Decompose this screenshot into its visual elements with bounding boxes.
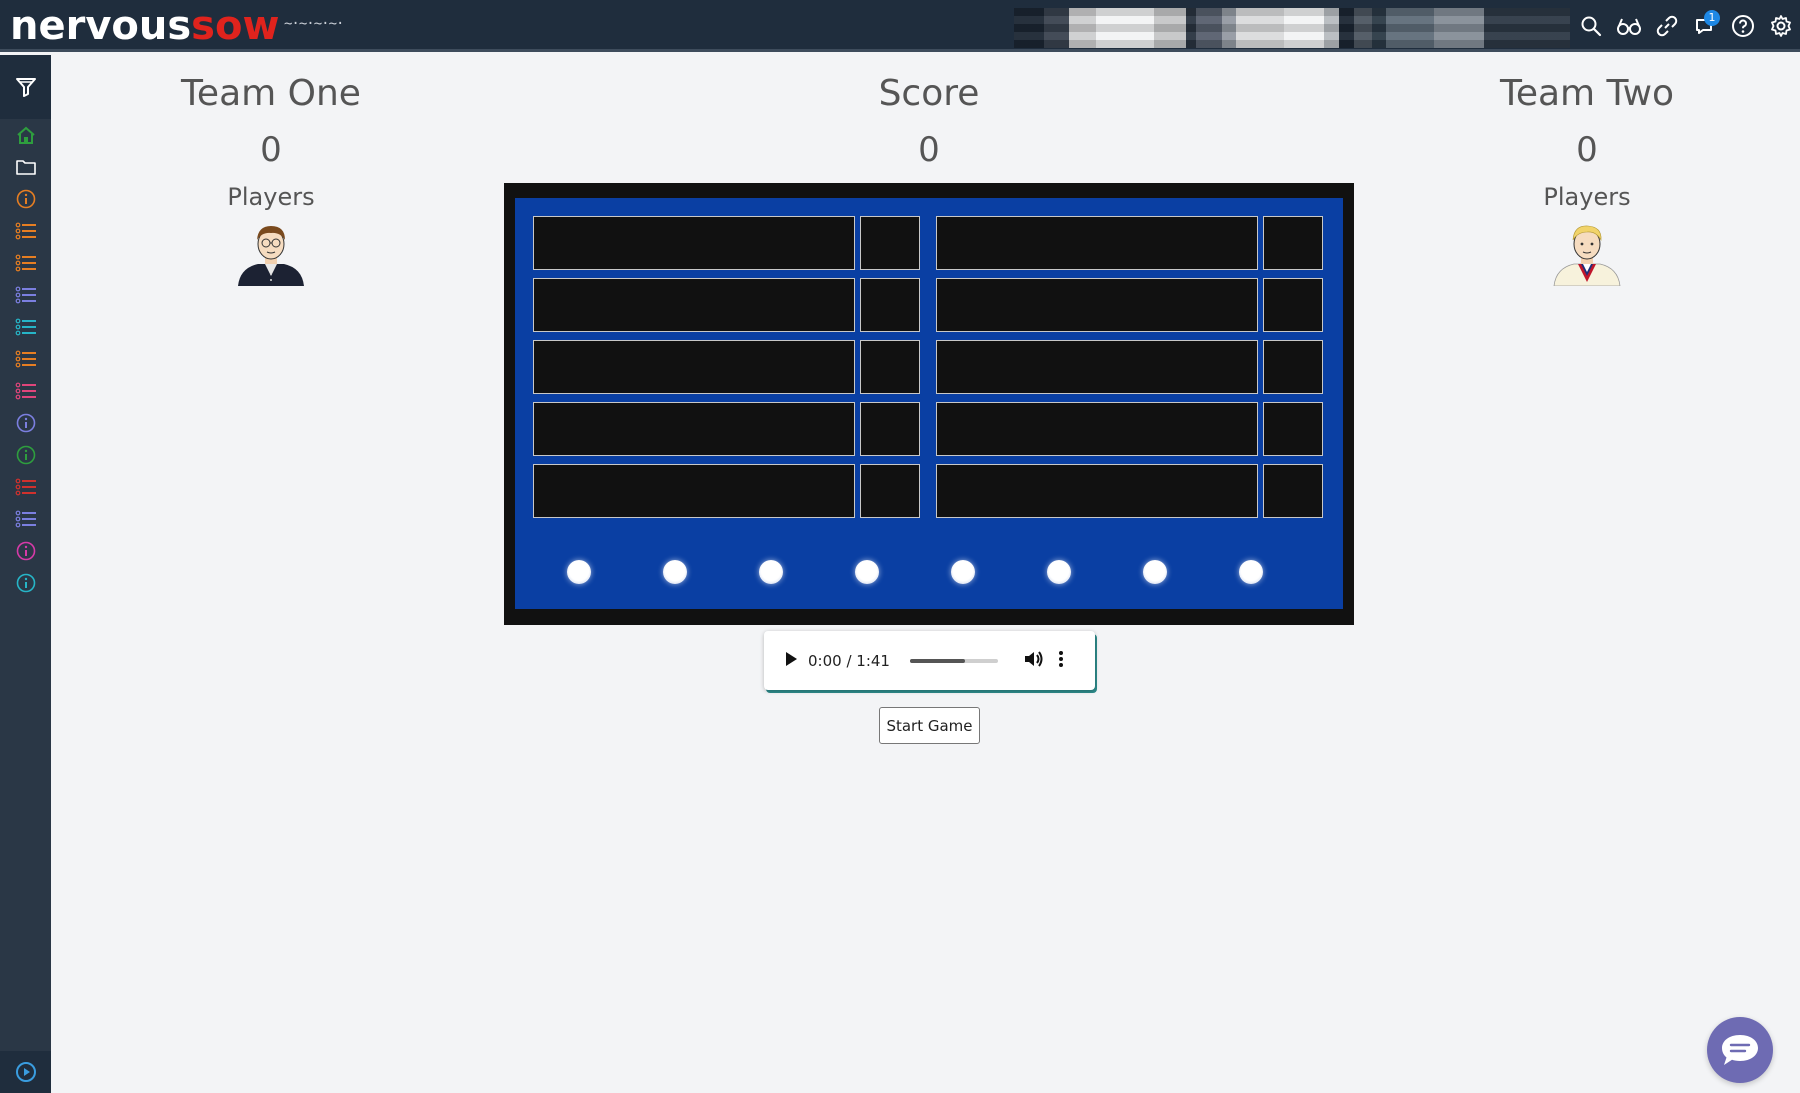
- answer-slot: [936, 216, 1258, 270]
- points-slot: [860, 278, 920, 332]
- points-slot: [1263, 278, 1323, 332]
- team-one-player-avatar[interactable]: [170, 220, 372, 290]
- answer-slot: [533, 464, 855, 518]
- strike-indicator: [855, 560, 879, 584]
- list-icon[interactable]: [0, 471, 51, 503]
- home-icon[interactable]: [0, 119, 51, 151]
- chat-icon[interactable]: 1: [1686, 0, 1724, 52]
- top-bar: nervoussow ~·~·~·~· 1: [0, 0, 1800, 52]
- points-slot: [860, 216, 920, 270]
- points-slot: [860, 340, 920, 394]
- list-icon[interactable]: [0, 215, 51, 247]
- score-label: Score: [878, 73, 980, 114]
- strike-indicator: [663, 560, 687, 584]
- list-icon[interactable]: [0, 311, 51, 343]
- sidebar-items: [0, 119, 51, 599]
- audio-progress-slider[interactable]: [909, 658, 998, 663]
- chat-widget-icon[interactable]: [1707, 1017, 1773, 1083]
- folder-icon[interactable]: [0, 151, 51, 183]
- team-two-player-avatar[interactable]: [1486, 220, 1688, 290]
- list-icon[interactable]: [0, 279, 51, 311]
- answer-slot: [936, 278, 1258, 332]
- list-icon[interactable]: [0, 375, 51, 407]
- redacted-user-info: [1014, 8, 1570, 48]
- help-icon[interactable]: [1724, 0, 1762, 52]
- strike-indicator: [759, 560, 783, 584]
- points-slot: [860, 464, 920, 518]
- list-icon[interactable]: [0, 247, 51, 279]
- score-value: 0: [918, 130, 940, 170]
- team-two-name: Team Two: [1499, 73, 1675, 114]
- header-icon-bar: 1: [1572, 0, 1800, 52]
- strike-indicator: [1239, 560, 1263, 584]
- logo-tagline: ~·~·~·~·: [284, 16, 344, 32]
- audio-time: 0:00 / 1:41: [808, 651, 890, 670]
- info-icon[interactable]: [0, 439, 51, 471]
- team-two-score: 0: [1576, 130, 1598, 170]
- audio-progress-fill: [909, 658, 966, 663]
- audio-player: 0:00 / 1:41: [764, 631, 1095, 690]
- filter-icon[interactable]: [0, 55, 51, 119]
- game-board-frame: [504, 183, 1354, 625]
- more-options-icon[interactable]: [1058, 650, 1064, 672]
- answer-slot: [533, 216, 855, 270]
- play-icon[interactable]: [784, 651, 798, 671]
- answer-slot: [533, 402, 855, 456]
- team-two-players-label: Players: [1543, 183, 1631, 211]
- app-logo[interactable]: nervoussow: [10, 2, 279, 50]
- info-icon[interactable]: [0, 567, 51, 599]
- volume-icon[interactable]: [1024, 650, 1044, 672]
- team-one-panel: Team One 0 Players: [170, 72, 372, 290]
- list-icon[interactable]: [0, 343, 51, 375]
- answer-slot: [936, 464, 1258, 518]
- list-icon[interactable]: [0, 503, 51, 535]
- gear-icon[interactable]: [1762, 0, 1800, 52]
- sidebar: [0, 55, 51, 1093]
- link-icon[interactable]: [1648, 0, 1686, 52]
- glasses-icon[interactable]: [1610, 0, 1648, 52]
- points-slot: [1263, 402, 1323, 456]
- notification-badge: 1: [1704, 10, 1720, 26]
- strike-indicator: [567, 560, 591, 584]
- strike-indicator: [1047, 560, 1071, 584]
- team-one-score: 0: [260, 130, 282, 170]
- points-slot: [1263, 340, 1323, 394]
- points-slot: [1263, 216, 1323, 270]
- info-icon[interactable]: [0, 407, 51, 439]
- strike-indicator: [1143, 560, 1167, 584]
- points-slot: [1263, 464, 1323, 518]
- team-one-players-label: Players: [227, 183, 315, 211]
- logo-text-part1: nervous: [10, 3, 192, 49]
- start-game-button[interactable]: Start Game: [879, 707, 980, 744]
- strike-indicator: [951, 560, 975, 584]
- answer-slot: [533, 340, 855, 394]
- points-slot: [860, 402, 920, 456]
- search-icon[interactable]: [1572, 0, 1610, 52]
- score-panel: Score 0: [828, 72, 1030, 172]
- answer-slot: [936, 340, 1258, 394]
- info-icon[interactable]: [0, 183, 51, 215]
- answer-slot: [936, 402, 1258, 456]
- team-one-name: Team One: [181, 73, 361, 114]
- team-two-panel: Team Two 0 Players: [1486, 72, 1688, 290]
- game-board: [515, 198, 1343, 609]
- logo-text-part2: sow: [191, 3, 280, 49]
- play-circle-icon[interactable]: [0, 1051, 51, 1093]
- info-icon[interactable]: [0, 535, 51, 567]
- answer-slot: [533, 278, 855, 332]
